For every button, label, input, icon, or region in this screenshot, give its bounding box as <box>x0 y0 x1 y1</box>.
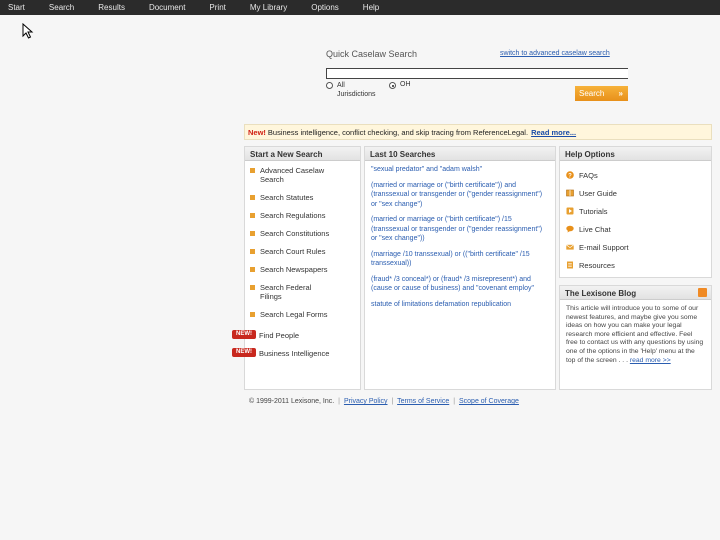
help-user-guide-link[interactable]: User Guide <box>566 184 711 202</box>
search-link-federal-filings[interactable]: Search Federal Filings <box>250 283 360 310</box>
bullet-icon <box>250 213 255 218</box>
nav-document[interactable]: Document <box>141 3 185 12</box>
radio-button-icon[interactable] <box>326 82 333 89</box>
bullet-icon <box>250 249 255 254</box>
nav-my-library[interactable]: My Library <box>242 3 287 12</box>
new-badge: NEW! <box>232 330 256 339</box>
start-new-search-heading: Start a New Search <box>245 147 360 161</box>
radio-all-jurisdictions[interactable]: All Jurisdictions <box>326 81 385 99</box>
chat-icon <box>566 225 574 233</box>
caselaw-search-input[interactable] <box>326 68 628 79</box>
bullet-icon <box>250 312 255 317</box>
business-intelligence-link[interactable]: Business Intelligence <box>259 349 329 367</box>
help-tutorials-link[interactable]: Tutorials <box>566 202 711 220</box>
book-icon <box>566 189 574 197</box>
last-searches-panel: Last 10 Searches "sexual predator" and "… <box>364 146 556 390</box>
last-searches-heading: Last 10 Searches <box>365 147 555 161</box>
radio-oh[interactable]: OH <box>389 81 411 89</box>
search-button[interactable]: Search » <box>575 86 628 101</box>
recent-search-link[interactable]: "sexual predator" and "adam walsh" <box>371 165 549 175</box>
bullet-icon <box>250 231 255 236</box>
top-nav: Start Search Results Document Print My L… <box>0 0 720 15</box>
search-link-statutes[interactable]: Search Statutes <box>250 193 360 211</box>
new-badge: NEW! <box>232 348 256 357</box>
nav-help[interactable]: Help <box>355 3 379 12</box>
blog-read-more-link[interactable]: read more >> <box>630 357 671 364</box>
nav-start[interactable]: Start <box>0 3 25 12</box>
radio-all-label: All Jurisdictions <box>337 82 376 98</box>
svg-text:?: ? <box>568 173 572 179</box>
recent-search-link[interactable]: (married or marriage or ("birth certific… <box>371 215 549 244</box>
bullet-icon <box>250 285 255 290</box>
search-link-court-rules[interactable]: Search Court Rules <box>250 247 360 265</box>
radio-oh-label: OH <box>400 81 411 88</box>
nav-options[interactable]: Options <box>303 3 339 12</box>
nav-results[interactable]: Results <box>90 3 125 12</box>
bullet-icon <box>250 195 255 200</box>
blog-panel: The Lexisone Blog This article will intr… <box>559 285 712 390</box>
search-link-advanced-caselaw[interactable]: Advanced Caselaw Search <box>250 166 360 193</box>
blog-excerpt: This article will introduce you to some … <box>566 305 704 364</box>
recent-search-link[interactable]: (marriage /10 transsexual) or (("birth c… <box>371 250 549 269</box>
recent-search-link[interactable]: (fraud* /3 conceal*) or (fraud* /3 misre… <box>371 275 549 294</box>
privacy-policy-link[interactable]: Privacy Policy <box>344 398 388 405</box>
help-options-heading: Help Options <box>560 147 711 161</box>
search-link-regulations[interactable]: Search Regulations <box>250 211 360 229</box>
scope-of-coverage-link[interactable]: Scope of Coverage <box>459 398 519 405</box>
search-link-newspapers[interactable]: Search Newspapers <box>250 265 360 283</box>
play-icon <box>566 207 574 215</box>
nav-search[interactable]: Search <box>41 3 74 12</box>
help-email-support-link[interactable]: E-mail Support <box>566 238 711 256</box>
banner-read-more-link[interactable]: Read more... <box>531 128 576 137</box>
quick-search-title: Quick Caselaw Search <box>326 49 418 59</box>
new-feature-banner: New! Business intelligence, conflict che… <box>244 124 712 140</box>
terms-of-service-link[interactable]: Terms of Service <box>397 398 449 405</box>
bullet-icon <box>250 267 255 272</box>
help-resources-link[interactable]: Resources <box>566 256 711 274</box>
recent-search-link[interactable]: (married or marriage or ("birth certific… <box>371 181 549 210</box>
rss-icon[interactable] <box>698 288 707 297</box>
document-icon <box>567 261 573 269</box>
help-faqs-link[interactable]: ? FAQs <box>566 166 711 184</box>
copyright: © 1999-2011 Lexisone, Inc. <box>249 398 335 405</box>
bullet-icon <box>250 168 255 173</box>
mouse-cursor-icon <box>22 23 34 39</box>
nav-print[interactable]: Print <box>201 3 225 12</box>
search-link-legal-forms[interactable]: Search Legal Forms <box>250 310 360 328</box>
question-icon: ? <box>566 171 574 179</box>
mail-icon <box>566 244 574 250</box>
banner-text: Business intelligence, conflict checking… <box>267 127 529 137</box>
double-arrow-icon: » <box>618 89 623 98</box>
help-live-chat-link[interactable]: Live Chat <box>566 220 711 238</box>
advanced-search-link[interactable]: switch to advanced caselaw search <box>500 50 610 57</box>
search-link-constitutions[interactable]: Search Constitutions <box>250 229 360 247</box>
radio-selected-icon[interactable] <box>389 82 396 89</box>
help-options-panel: Help Options ? FAQs User Guide Tutorials… <box>559 146 712 278</box>
blog-heading: The Lexisone Blog <box>560 286 711 300</box>
search-button-label: Search <box>579 89 605 98</box>
new-label: New! <box>248 127 266 137</box>
footer: © 1999-2011 Lexisone, Inc. | Privacy Pol… <box>249 398 519 405</box>
recent-search-link[interactable]: statute of limitations defamation republ… <box>371 300 549 310</box>
find-people-link[interactable]: Find People <box>259 331 299 349</box>
